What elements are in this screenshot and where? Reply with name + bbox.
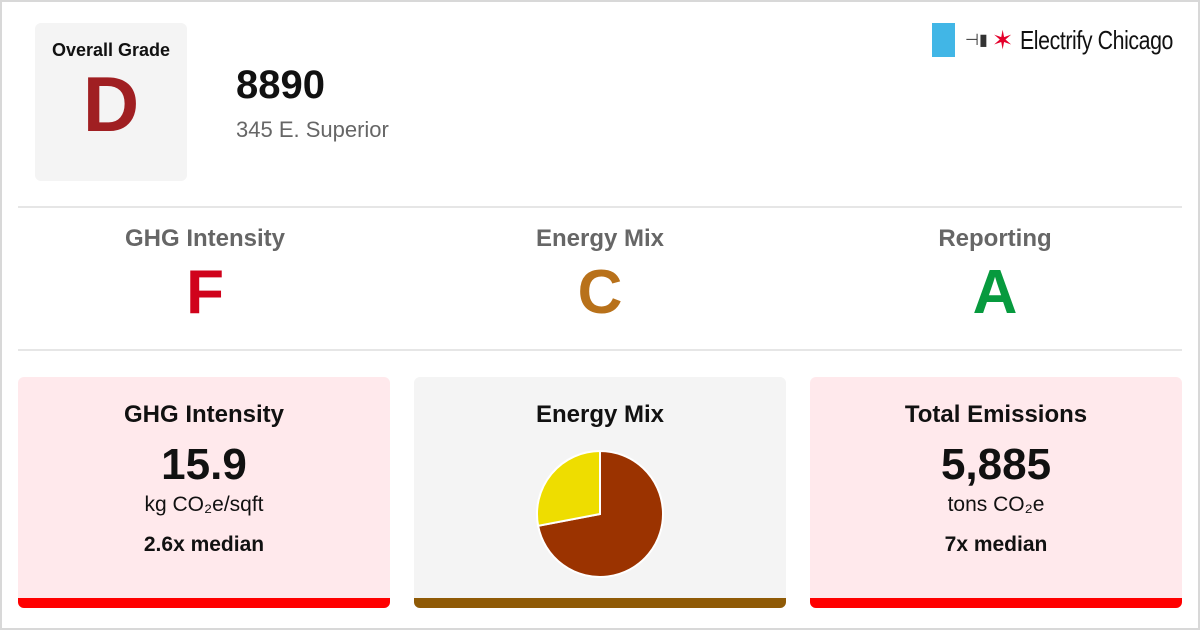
building-address: 345 E. Superior (236, 117, 389, 142)
ghg-intensity-card: GHG Intensity 15.9 kg CO₂e/sqft 2.6x med… (18, 377, 390, 608)
grade-label: GHG Intensity (124, 225, 286, 252)
flag-icon (932, 23, 955, 57)
card-value: 5,885 (940, 440, 1052, 489)
energy-mix-pie (536, 449, 664, 578)
overall-grade-label: Overall Grade (51, 40, 171, 60)
grade-value: F (186, 258, 224, 327)
card-unit: kg CO₂e/sqft (144, 493, 264, 516)
card-median: 2.6x median (143, 533, 265, 556)
grade-reporting: Reporting A (797, 225, 1193, 333)
card-bar (18, 598, 390, 608)
grade-ghg-intensity: GHG Intensity F (7, 225, 403, 333)
divider (18, 206, 1182, 208)
card-unit: tons CO₂e (947, 493, 1045, 516)
card-bar (810, 598, 1182, 608)
total-emissions-card: Total Emissions 5,885 tons CO₂e 7x media… (810, 377, 1182, 608)
overall-grade-box: Overall Grade D (35, 23, 187, 181)
card-median: 7x median (944, 533, 1048, 556)
grade-label: Energy Mix (535, 225, 665, 252)
card-title: Total Emissions (904, 401, 1088, 428)
card-title: Energy Mix (535, 401, 665, 428)
card-title: GHG Intensity (123, 401, 285, 428)
logo-text: Electrify Chicago (1019, 24, 1173, 55)
grade-label: Reporting (938, 225, 1052, 252)
card-bar (414, 598, 786, 608)
grade-energy-mix: Energy Mix C (402, 225, 798, 333)
overall-grade: D (82, 60, 140, 148)
card-value: 15.9 (161, 440, 247, 489)
electrify-chicago-logo[interactable]: ⊣▮ ✶ Electrify Chicago (932, 23, 1200, 57)
divider (18, 349, 1182, 351)
pie-slice (536, 449, 601, 527)
energy-mix-card: Energy Mix (414, 377, 786, 608)
building-id: 8890 (236, 63, 325, 107)
plug-icon: ⊣▮ (965, 32, 988, 49)
star-icon: ✶ (991, 24, 1014, 55)
grade-value: A (972, 258, 1018, 327)
grade-value: C (577, 258, 623, 327)
